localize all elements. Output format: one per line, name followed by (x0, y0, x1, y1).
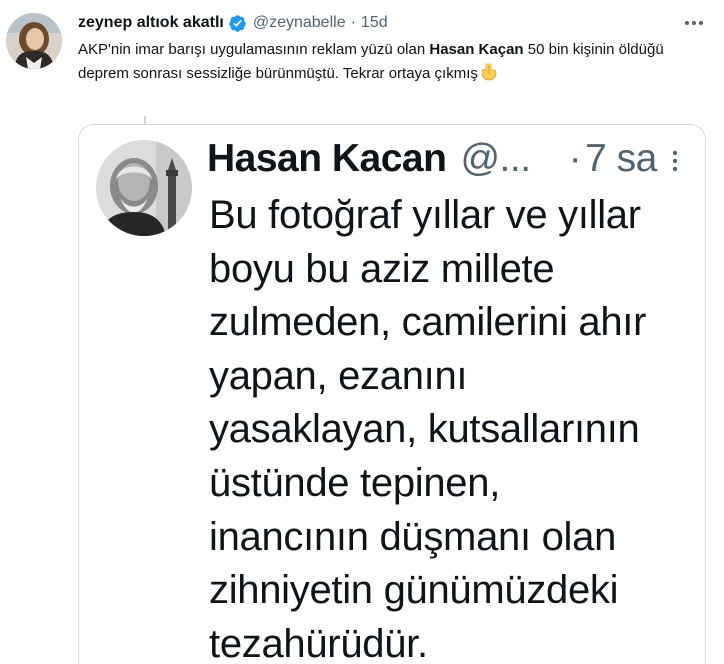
quoted-separator-dot: · (568, 137, 582, 180)
quoted-more-icon (664, 147, 686, 175)
avatar[interactable] (6, 13, 62, 69)
quoted-text-line: zulmeden, camilerini ahır (209, 300, 647, 345)
quoted-text-line: Bu fotoğraf yıllar ve yıllar (209, 193, 641, 237)
verified-badge-icon (228, 14, 247, 33)
quoted-text-line: üstünde tepinen, (209, 460, 501, 505)
quoted-tweet-screenshot[interactable]: Hasan Kacan @... · 7 sa Bu fotoğraf yıll… (78, 124, 706, 664)
tweet-text-part: AKP'nin imar barışı uygulamasının reklam… (78, 41, 430, 58)
mentioned-name: Hasan Kaçan (429, 41, 524, 58)
quoted-profile-photo-icon (96, 140, 192, 236)
quoted-timestamp: 7 sa (585, 137, 657, 180)
quoted-text: Bu fotoğraf yıllar ve yıllar boyu bu azi… (209, 189, 699, 664)
quoted-text-line: yapan, ezanını (209, 353, 468, 398)
quoted-avatar (96, 140, 192, 236)
quoted-display-name: Hasan Kacan (207, 137, 447, 180)
more-options-icon (685, 21, 703, 25)
quoted-text-line: inancının düşmanı olan (209, 514, 617, 559)
quoted-text-line: tezahürüdür. (209, 621, 428, 664)
quoted-header: Hasan Kacan @... · 7 sa (207, 137, 657, 181)
tweet-timestamp[interactable]: 15d (361, 14, 388, 32)
quoted-text-line: yasaklayan, kutsallarının (209, 407, 640, 452)
tweet: zeynep altıok akatlı @zeynabelle · 15d A… (0, 0, 724, 664)
pointing-down-emoji (480, 63, 498, 81)
tweet-text: AKP'nin imar barışı uygulamasının reklam… (78, 38, 698, 86)
profile-photo-icon (6, 13, 62, 69)
more-options-button[interactable] (680, 12, 708, 34)
author-handle[interactable]: @zeynabelle (253, 14, 346, 32)
author-display-name[interactable]: zeynep altıok akatlı (78, 14, 224, 32)
quoted-handle: @... (460, 137, 531, 180)
tweet-header: zeynep altıok akatlı @zeynabelle · 15d (78, 12, 388, 34)
quoted-text-line: boyu bu aziz millete (209, 246, 555, 291)
quoted-text-line: zihniyetin günümüzdeki (209, 568, 619, 613)
separator-dot: · (350, 14, 356, 31)
